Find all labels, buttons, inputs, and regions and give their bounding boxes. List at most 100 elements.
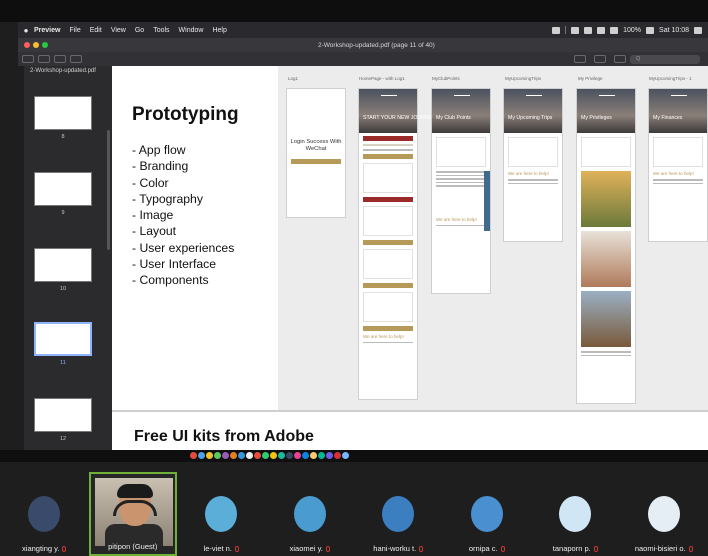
finance-card — [653, 137, 703, 167]
wechat-icon[interactable] — [571, 26, 580, 34]
participant-tile[interactable]: ornipa c. — [442, 472, 531, 556]
app-icon[interactable] — [238, 452, 245, 459]
bluetooth-icon[interactable] — [584, 26, 593, 34]
app-icon[interactable] — [302, 452, 309, 459]
participant-name: xiangting y. — [0, 544, 89, 553]
app-icon[interactable] — [278, 452, 285, 459]
slide-text-panel: Prototyping App flow Branding Color Typo… — [112, 66, 278, 410]
minimize-icon[interactable] — [33, 42, 39, 48]
page-thumbnail[interactable] — [34, 248, 92, 282]
slide-page: Prototyping App flow Branding Color Typo… — [112, 66, 708, 410]
trip-card — [508, 137, 558, 167]
window-title: 2-Workshop-updated.pdf (page 11 of 40) — [318, 41, 435, 49]
page-thumbnail-selected[interactable] — [34, 322, 92, 356]
page-thumbnail[interactable] — [34, 172, 92, 206]
menu-view[interactable]: View — [111, 27, 126, 34]
app-icon[interactable] — [214, 452, 221, 459]
finances-screen: My Finances We are here to help! — [648, 88, 708, 242]
page-thumbnail[interactable] — [34, 398, 92, 432]
help-text: We are here to help! — [436, 216, 477, 222]
screen-label: MyUpcomingTrips — [505, 76, 542, 81]
app-icon[interactable] — [198, 452, 205, 459]
app-icon[interactable] — [262, 452, 269, 459]
hero-text: My Privileges — [581, 115, 612, 121]
cta-bar — [363, 136, 413, 141]
photo-resort — [581, 291, 631, 347]
menu-tools[interactable]: Tools — [153, 27, 169, 34]
app-icon[interactable] — [190, 452, 197, 459]
app-icon[interactable] — [294, 452, 301, 459]
text-line — [436, 181, 486, 183]
menu-go[interactable]: Go — [135, 27, 144, 34]
search-input[interactable]: Q — [630, 54, 700, 64]
zoom-icon[interactable] — [42, 42, 48, 48]
muted-mic-icon — [325, 546, 330, 553]
participant-tile[interactable]: xiangting y. — [0, 472, 89, 556]
annotate-button[interactable] — [614, 55, 626, 63]
menu-window[interactable]: Window — [179, 27, 204, 34]
app-icon[interactable] — [246, 452, 253, 459]
app-icon[interactable] — [318, 452, 325, 459]
bullet-item: App flow — [132, 142, 234, 158]
app-icon[interactable] — [310, 452, 317, 459]
app-icon[interactable] — [270, 452, 277, 459]
share-button[interactable] — [70, 55, 82, 63]
zoom-out-button[interactable] — [38, 55, 50, 63]
bullet-item: Components — [132, 272, 234, 288]
rotate-button[interactable] — [594, 55, 606, 63]
app-icon[interactable] — [334, 452, 341, 459]
privileges-screen: My Privileges — [576, 88, 636, 404]
app-icon[interactable] — [326, 452, 333, 459]
app-icon[interactable] — [230, 452, 237, 459]
document-view[interactable]: Prototyping App flow Branding Color Typo… — [112, 66, 708, 450]
sidebar-scrollbar[interactable] — [107, 130, 110, 250]
zoom-in-button[interactable] — [54, 55, 66, 63]
menu-app[interactable]: Preview — [34, 27, 60, 34]
sidebar-toggle-button[interactable] — [22, 55, 34, 63]
muted-mic-icon — [593, 546, 598, 553]
app-icon[interactable] — [342, 452, 349, 459]
bullet-item: Image — [132, 207, 234, 223]
content-card — [363, 248, 413, 279]
photo-landscape — [581, 171, 631, 227]
app-icon[interactable] — [286, 452, 293, 459]
menu-help[interactable]: Help — [212, 27, 226, 34]
cta-bar — [363, 196, 413, 202]
help-text: We are here to help! — [653, 171, 694, 176]
text-line — [508, 179, 558, 181]
spotlight-icon[interactable] — [694, 26, 702, 34]
clock[interactable]: Sat 10:08 — [659, 27, 689, 34]
participant-tile-active[interactable]: pitipon (Guest) — [88, 472, 177, 556]
apple-icon[interactable]: ● — [18, 26, 34, 35]
hero-text: START YOUR NEW JOURNEY — [363, 115, 436, 121]
markup-button[interactable] — [574, 55, 586, 63]
participant-video — [94, 478, 173, 546]
muted-mic-icon — [500, 546, 505, 553]
login-message: Login Success With WeChat — [290, 139, 342, 152]
screen-share-icon[interactable] — [552, 26, 561, 34]
thumbnail-sidebar[interactable]: 2-Workshop-updated.pdf 8 9 10 11 12 — [24, 66, 112, 450]
participant-tile[interactable]: xiaomei y. — [265, 472, 354, 556]
menu-file[interactable]: File — [69, 27, 80, 34]
page-thumbnail[interactable] — [34, 96, 92, 130]
participant-tile[interactable]: naomi-bisieri o. — [619, 472, 708, 556]
app-icon[interactable] — [206, 452, 213, 459]
toolbar: Q — [18, 52, 708, 66]
page-number: 9 — [61, 210, 65, 216]
content-card — [581, 137, 631, 167]
page-number: 12 — [59, 436, 67, 442]
participant-tile[interactable]: le-viet n. — [177, 472, 266, 556]
app-icon[interactable] — [222, 452, 229, 459]
content-card — [363, 291, 413, 322]
participant-tile[interactable]: tanaporn p. — [531, 472, 620, 556]
participant-tile[interactable]: hani-worku t. — [354, 472, 443, 556]
help-text: We are here to help! — [363, 333, 404, 339]
close-icon[interactable] — [24, 42, 30, 48]
screen: ● Preview File Edit View Go Tools Window… — [0, 0, 708, 556]
volume-icon[interactable] — [610, 26, 619, 34]
menu-bar: ● Preview File Edit View Go Tools Window… — [18, 22, 708, 38]
app-icon[interactable] — [254, 452, 261, 459]
bullet-item: Layout — [132, 223, 234, 239]
menu-edit[interactable]: Edit — [90, 27, 102, 34]
wifi-icon[interactable] — [597, 26, 606, 34]
